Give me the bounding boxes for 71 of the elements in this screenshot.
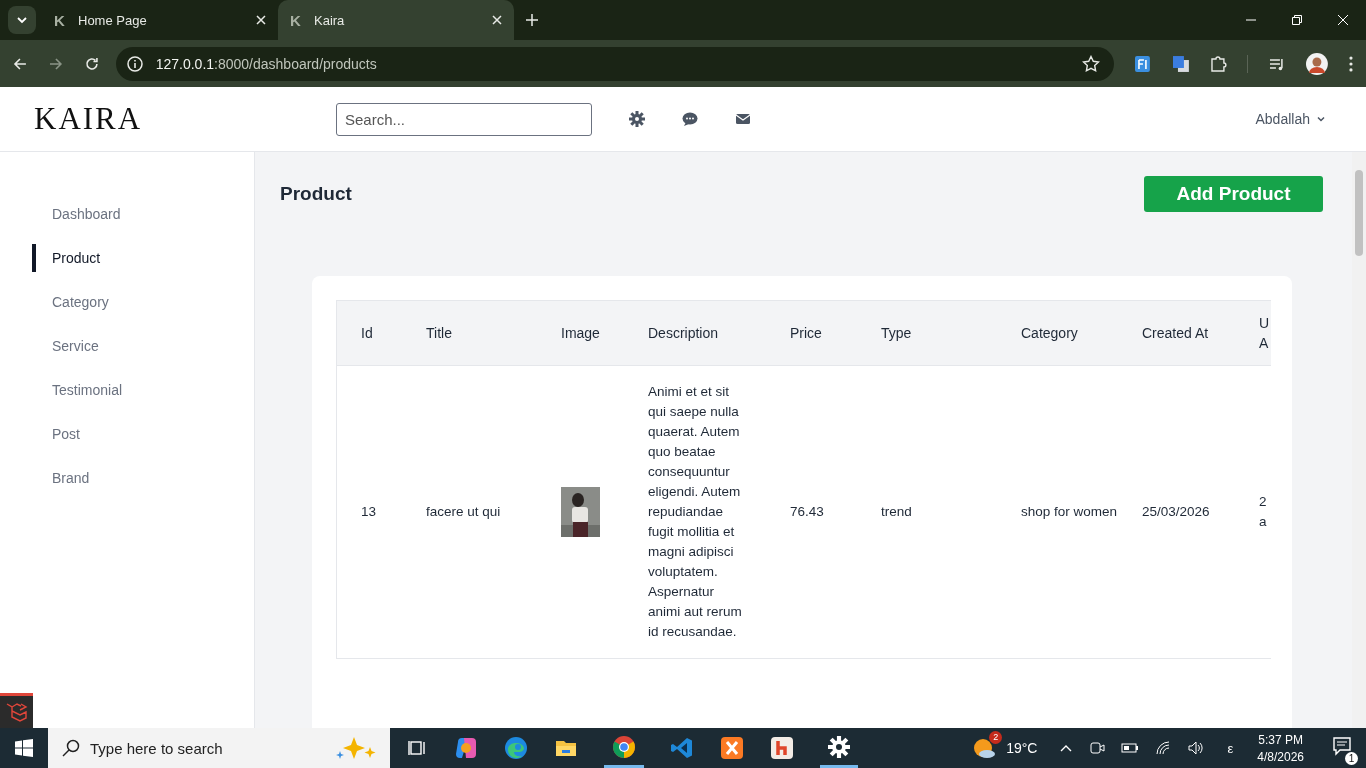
column-header: Image xyxy=(537,301,624,366)
app-icon[interactable] xyxy=(770,736,794,760)
chat-icon[interactable] xyxy=(682,111,698,127)
forward-icon[interactable] xyxy=(47,55,64,72)
column-header: Price xyxy=(766,301,857,366)
envelope-icon[interactable] xyxy=(735,111,751,127)
notification-count: 1 xyxy=(1345,752,1358,765)
settings-icon[interactable] xyxy=(629,111,645,127)
sidebar-item[interactable]: Brand xyxy=(0,456,254,500)
search-icon xyxy=(62,739,80,757)
browser-tab[interactable]: K Home Page xyxy=(42,0,278,40)
windows-icon[interactable] xyxy=(15,739,33,757)
speaker-icon[interactable] xyxy=(1187,740,1206,756)
address-field[interactable]: 127.0.0.1:8000/dashboard/products xyxy=(115,46,1114,81)
favicon: K xyxy=(290,11,302,29)
wifi-icon[interactable] xyxy=(1155,740,1172,756)
info-icon[interactable] xyxy=(125,54,144,73)
clock[interactable]: 5:37 PM 4/8/2026 xyxy=(1257,732,1304,764)
table-cell: Animi et et sit qui saepe nulla quaerat. Autem quo beatae consequuntur eligendi. Autem repudiandae fugit mollitia et magni adipisci voluptatem. Aspernatur animi aut rerum id recusandae. xyxy=(624,365,766,658)
table-cell: 13 xyxy=(337,365,402,658)
close-icon[interactable] xyxy=(256,15,266,25)
table-cell: facere ut qui xyxy=(402,365,537,658)
page-title: Product xyxy=(280,183,352,205)
sidebar-item[interactable]: Testimonial xyxy=(0,368,254,412)
sidebar-item[interactable]: Service xyxy=(0,324,254,368)
new-tab-icon[interactable] xyxy=(526,14,538,26)
url-text: 127.0.0.1:8000/dashboard/products xyxy=(155,55,377,72)
table-cell: shop for women xyxy=(997,365,1118,658)
language-indicator[interactable]: ε xyxy=(1227,740,1234,756)
sidebar-item[interactable]: Category xyxy=(0,280,254,324)
restore-icon[interactable] xyxy=(1291,14,1303,26)
table-cell: 2 a xyxy=(1242,365,1271,658)
avatar-icon[interactable] xyxy=(1306,52,1329,75)
chevron-down-icon xyxy=(16,14,28,26)
close-icon[interactable] xyxy=(492,15,502,25)
sidebar-item[interactable]: Dashboard xyxy=(0,192,254,236)
battery-icon[interactable] xyxy=(1121,740,1140,756)
tab-list-button[interactable] xyxy=(8,6,36,34)
tab-title: Home Page xyxy=(78,12,148,28)
table-cell: 76.43 xyxy=(766,365,857,658)
camera-icon[interactable] xyxy=(1089,740,1106,756)
column-header: U A xyxy=(1242,301,1271,366)
column-header: Title xyxy=(402,301,537,366)
menu-icon[interactable] xyxy=(1348,54,1354,73)
search-field[interactable]: Search... xyxy=(336,102,592,136)
column-header: Id xyxy=(337,301,402,366)
extension-icon[interactable] xyxy=(1133,54,1152,73)
star-icon[interactable] xyxy=(1081,54,1100,73)
tab-title: Kaira xyxy=(314,12,346,28)
code-editor-icon[interactable] xyxy=(670,736,694,760)
puzzle-icon[interactable] xyxy=(1209,54,1228,73)
browser-tab[interactable]: K Kaira xyxy=(278,0,514,40)
translate-icon[interactable] xyxy=(1171,54,1190,73)
column-header: Category xyxy=(997,301,1118,366)
favicon: K xyxy=(54,11,66,29)
temperature: 19°C xyxy=(1006,740,1038,756)
sidebar-item[interactable]: Post xyxy=(0,412,254,456)
reload-icon[interactable] xyxy=(83,55,100,72)
taskbar-search-field[interactable]: Type here to search xyxy=(48,728,390,768)
notification-badge: 2 xyxy=(989,731,1003,744)
user-menu[interactable]: Abdallah xyxy=(1255,111,1326,127)
column-header: Type xyxy=(857,301,997,366)
column-header: Created At xyxy=(1118,301,1242,366)
logo[interactable]: KAIRA xyxy=(34,101,336,137)
scrollbar[interactable] xyxy=(1352,152,1366,728)
chevron-down-icon xyxy=(1316,114,1326,124)
notifications-icon[interactable] xyxy=(1332,736,1352,756)
table-cell: trend xyxy=(857,365,997,658)
table-cell: 25/03/2026 xyxy=(1118,365,1242,658)
column-header: Description xyxy=(624,301,766,366)
task-view-icon[interactable] xyxy=(408,738,428,758)
